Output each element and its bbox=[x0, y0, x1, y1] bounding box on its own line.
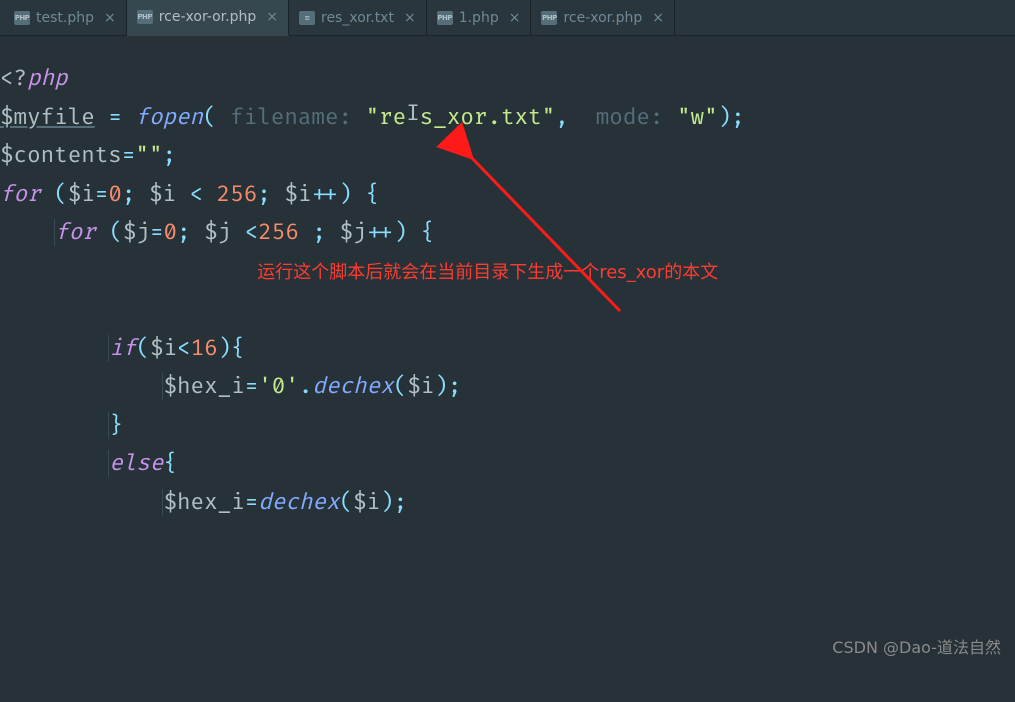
tab-label: res_xor.txt bbox=[321, 10, 394, 26]
close-icon[interactable]: × bbox=[509, 10, 521, 26]
tab-label: rce-xor.php bbox=[563, 10, 642, 26]
tab-bar: PHP test.php × PHP rce-xor-or.php × ≡ re… bbox=[0, 0, 1015, 36]
code-editor[interactable]: <?php $myfile = fopen( filename: "reIs_x… bbox=[0, 36, 1015, 530]
close-icon[interactable]: × bbox=[104, 10, 116, 26]
code-line: for ($j=0; $j <256 ; $j++) { bbox=[0, 214, 1007, 253]
tab-res-xor-txt[interactable]: ≡ res_xor.txt × bbox=[289, 0, 427, 36]
code-line: if($i<16){ bbox=[0, 330, 1007, 369]
text-cursor: I bbox=[406, 95, 420, 134]
tab-rce-xor-or-php[interactable]: PHP rce-xor-or.php × bbox=[127, 0, 289, 36]
tab-label: test.php bbox=[36, 10, 94, 26]
watermark: CSDN @Dao-道法自然 bbox=[832, 634, 1001, 658]
tab-rce-xor-php[interactable]: PHP rce-xor.php × bbox=[531, 0, 675, 36]
code-line: } bbox=[0, 407, 1007, 446]
tab-label: 1.php bbox=[459, 10, 499, 26]
tab-test-php[interactable]: PHP test.php × bbox=[4, 0, 127, 36]
close-icon[interactable]: × bbox=[404, 10, 416, 26]
text-icon: ≡ bbox=[299, 11, 315, 25]
code-line: $hex_i=dechex($i); bbox=[0, 484, 1007, 523]
code-line: $contents=""; bbox=[0, 137, 1007, 176]
annotation-line: 运行这个脚本后就会在当前目录下生成一个res_xor的本文 bbox=[0, 253, 1007, 292]
tab-1-php[interactable]: PHP 1.php × bbox=[427, 0, 532, 36]
code-line: $hex_i='0'.dechex($i); bbox=[0, 368, 1007, 407]
code-line: for ($i=0; $i < 256; $i++) { bbox=[0, 176, 1007, 215]
annotation-text: 运行这个脚本后就会在当前目录下生成一个res_xor的本文 bbox=[257, 262, 718, 283]
tab-label: rce-xor-or.php bbox=[159, 9, 257, 25]
php-icon: PHP bbox=[541, 11, 557, 25]
close-icon[interactable]: × bbox=[652, 10, 664, 26]
close-icon[interactable]: × bbox=[266, 9, 278, 25]
code-line bbox=[0, 291, 1007, 330]
code-line: else{ bbox=[0, 445, 1007, 484]
code-line: <?php bbox=[0, 60, 1007, 99]
php-icon: PHP bbox=[137, 10, 153, 24]
code-line: $myfile = fopen( filename: "reIs_xor.txt… bbox=[0, 99, 1007, 138]
php-icon: PHP bbox=[14, 11, 30, 25]
php-icon: PHP bbox=[437, 11, 453, 25]
